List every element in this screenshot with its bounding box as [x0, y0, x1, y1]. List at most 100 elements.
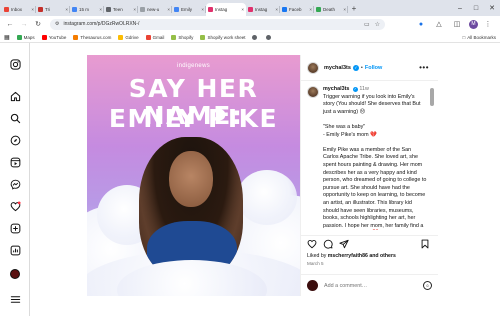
bookmark-item[interactable]: YouTube — [41, 34, 66, 40]
emoji-picker-icon[interactable]: ☺ — [423, 281, 432, 290]
tab-close-icon[interactable]: × — [275, 7, 278, 12]
profile-avatar-nav[interactable] — [8, 267, 22, 281]
tab-title: Faceb — [289, 7, 302, 12]
create-plus-icon[interactable] — [8, 221, 22, 235]
bookmark-item[interactable]: Gdrive — [118, 34, 139, 40]
browser-tab[interactable]: new-u × — [138, 3, 172, 16]
extension-icon[interactable]: ● — [415, 18, 427, 30]
bookmark-globe-2[interactable] — [266, 34, 273, 40]
current-user-avatar — [307, 280, 318, 291]
likes-others-link[interactable]: and others — [369, 253, 396, 259]
tab-close-icon[interactable]: × — [241, 7, 244, 12]
cast-icon[interactable]: ▭ — [364, 21, 370, 28]
instagram-logo-icon[interactable] — [8, 57, 22, 71]
address-bar[interactable]: ⚙ instagram.com/p/DGzRwOLRXN-/ ▭ ☆ — [50, 18, 385, 30]
tab-favicon-icon — [208, 7, 213, 12]
tab-close-icon[interactable]: × — [133, 7, 136, 12]
new-tab-button[interactable]: + — [348, 3, 360, 16]
bookmark-item[interactable]: Maps — [16, 34, 35, 40]
bookmark-favicon-icon — [118, 34, 124, 40]
tab-favicon-icon — [248, 7, 253, 12]
tab-title: Emily — [181, 7, 192, 12]
reels-icon[interactable] — [8, 155, 22, 169]
messenger-icon[interactable] — [8, 177, 22, 191]
more-options-icon[interactable]: ••• — [419, 63, 429, 72]
browser-tab[interactable]: Teen × — [104, 3, 138, 16]
all-bookmarks-label: All Bookmarks — [467, 34, 496, 40]
profile-avatar[interactable]: M — [469, 19, 478, 29]
all-bookmarks[interactable]: □ All Bookmarks — [463, 35, 496, 40]
comment-bubble-icon[interactable] — [322, 238, 334, 250]
explore-compass-icon[interactable] — [8, 133, 22, 147]
maximize-button[interactable]: □ — [468, 0, 484, 16]
close-window-button[interactable]: ✕ — [484, 0, 500, 16]
apps-grid-icon[interactable]: ▦ — [4, 34, 10, 41]
notifications-heart-icon[interactable] — [8, 199, 22, 213]
tab-close-icon[interactable]: × — [343, 7, 346, 12]
bookmark-favicon-icon — [16, 34, 22, 40]
caption-scrollbar[interactable] — [430, 86, 434, 228]
save-bookmark-icon[interactable] — [419, 238, 431, 250]
caption-text: mychal3ts ✓ 11w Trigger warning if you l… — [323, 86, 427, 230]
browser-tab[interactable]: Tri × — [36, 3, 70, 16]
browser-tab[interactable]: Emily × — [172, 3, 206, 16]
tab-favicon-icon — [38, 7, 43, 12]
chrome-menu-icon[interactable]: ⋮ — [482, 18, 494, 30]
verified-badge-icon: ✓ — [352, 64, 359, 71]
caption-time: 11w — [359, 86, 369, 92]
tab-favicon-icon — [72, 7, 77, 12]
site-info-icon[interactable]: ⚙ — [55, 21, 59, 27]
browser-tab[interactable]: Instag × — [246, 3, 280, 16]
tab-close-icon[interactable]: × — [99, 7, 102, 12]
post-image[interactable]: indigenews SAY HER NAME: EMILY PIKE — [87, 55, 300, 296]
likes-user-link[interactable]: mscherryfaith86 — [328, 253, 368, 259]
bookmark-star-icon[interactable]: ☆ — [375, 21, 380, 28]
tab-title: 15 m — [79, 7, 90, 12]
like-heart-icon[interactable] — [306, 238, 318, 250]
home-icon[interactable] — [8, 89, 22, 103]
extensions-puzzle-icon[interactable]: △ — [433, 18, 445, 30]
forward-button[interactable]: → — [18, 18, 30, 30]
verified-badge-icon: ✓ — [352, 87, 358, 93]
share-send-icon[interactable] — [338, 238, 350, 250]
browser-tab[interactable]: 15 m × — [70, 3, 104, 16]
post-date[interactable]: March 5 — [307, 261, 324, 266]
bookmark-item[interactable]: Shopify work sheet — [200, 34, 245, 40]
caption-username[interactable]: mychal3ts — [323, 86, 349, 92]
browser-tab[interactable]: Instag × — [206, 3, 246, 16]
bookmark-label: Shopify — [178, 34, 194, 40]
browser-tab[interactable]: Inbox × — [2, 3, 36, 16]
comment-input[interactable]: Add a comment… — [324, 283, 367, 289]
bookmark-item[interactable]: Gmail — [145, 34, 164, 40]
side-panel-icon[interactable]: ◫ — [451, 18, 463, 30]
back-button[interactable]: ← — [4, 18, 16, 30]
tab-close-icon[interactable]: × — [167, 7, 170, 12]
search-icon[interactable] — [8, 111, 22, 125]
reload-button[interactable]: ↻ — [32, 18, 44, 30]
bookmark-favicon-icon — [73, 34, 79, 40]
author-avatar[interactable] — [307, 61, 319, 74]
browser-tab[interactable]: Death × — [314, 3, 348, 16]
bookmark-item[interactable]: Shopify — [171, 34, 194, 40]
caption-area[interactable]: mychal3ts ✓ 11w Trigger warning if you l… — [301, 82, 438, 230]
bookmark-item[interactable]: Thesaurus.com — [73, 34, 111, 40]
browser-tab[interactable]: Faceb × — [280, 3, 314, 16]
instagram-sidebar — [0, 43, 30, 316]
tab-close-icon[interactable]: × — [65, 7, 68, 12]
tab-close-icon[interactable]: × — [309, 7, 312, 12]
author-username[interactable]: mychal3ts — [324, 65, 351, 71]
more-menu-icon[interactable] — [8, 292, 22, 306]
tab-close-icon[interactable]: × — [31, 7, 34, 12]
bookmark-globe-1[interactable] — [252, 34, 259, 40]
scrollbar-thumb[interactable] — [430, 88, 434, 106]
tab-close-icon[interactable]: × — [201, 7, 204, 12]
window-controls: – □ ✕ — [452, 0, 500, 16]
post-actions — [301, 235, 438, 251]
caption-author-avatar[interactable] — [307, 86, 319, 98]
post-side-panel: mychal3ts ✓ • Follow ••• mychal3ts ✓ 11w… — [300, 55, 438, 296]
cloud-shape — [237, 170, 297, 225]
dashboard-chart-icon[interactable] — [8, 243, 22, 257]
bookmark-favicon-icon — [145, 34, 151, 40]
follow-button[interactable]: Follow — [365, 65, 382, 71]
minimize-button[interactable]: – — [452, 0, 468, 16]
